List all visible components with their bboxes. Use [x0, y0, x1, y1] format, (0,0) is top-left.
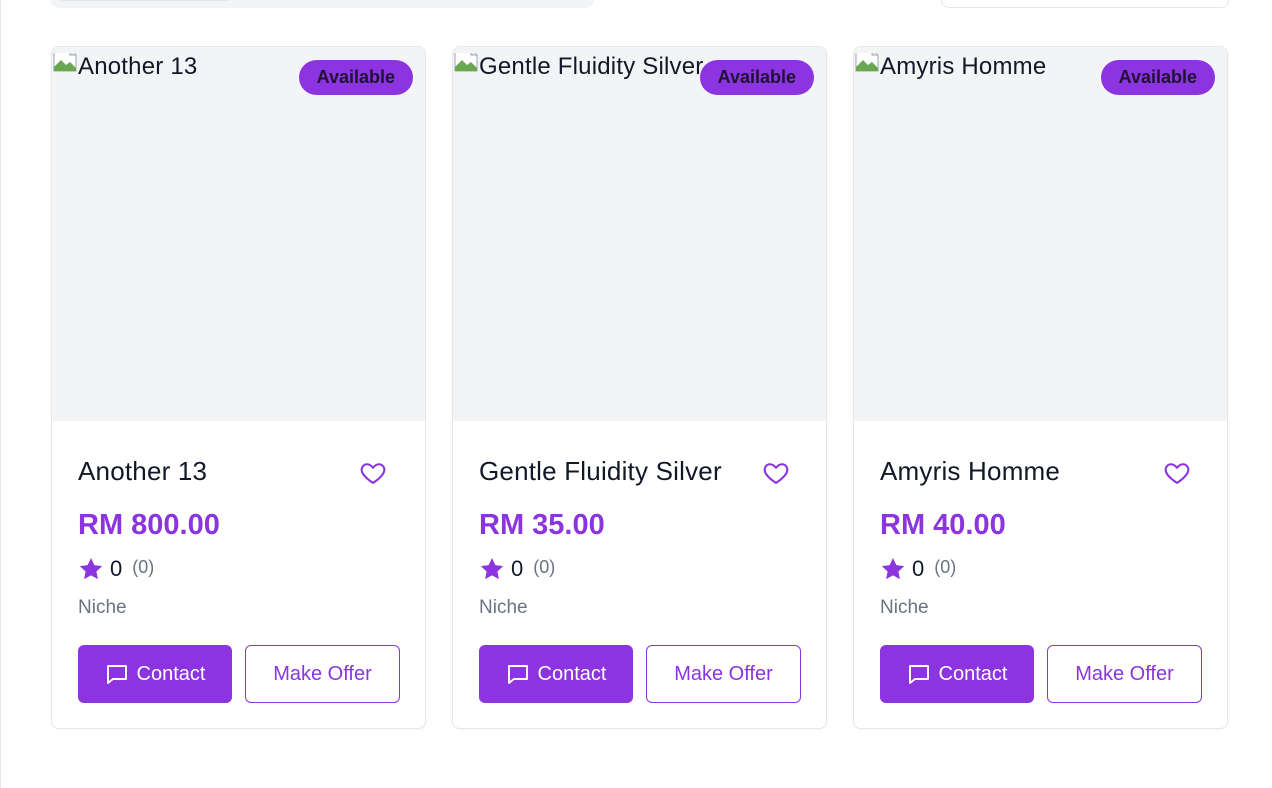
rating: 0 (0): [78, 556, 154, 582]
product-title[interactable]: Gentle Fluidity Silver: [479, 456, 722, 487]
heart-icon[interactable]: [1163, 459, 1191, 487]
heart-icon[interactable]: [762, 459, 790, 487]
status-badge: Available: [298, 60, 413, 95]
product-image[interactable]: Gentle Fluidity Silver Available: [453, 47, 826, 421]
contact-button[interactable]: Contact: [78, 645, 232, 703]
make-offer-button[interactable]: Make Offer: [245, 645, 400, 703]
filter-bar[interactable]: [51, 0, 594, 8]
product-category: Niche: [78, 597, 127, 618]
sort-select[interactable]: [941, 0, 1229, 8]
rating-score: 0: [912, 556, 925, 581]
product-price: RM 800.00: [78, 509, 220, 541]
rating-count: (0): [132, 556, 155, 577]
rating: 0 (0): [880, 556, 956, 582]
make-offer-button-label: Make Offer: [1075, 662, 1174, 685]
product-image[interactable]: Amyris Homme Available: [854, 47, 1227, 421]
product-price: RM 35.00: [479, 509, 605, 541]
product-category: Niche: [479, 597, 528, 618]
make-offer-button[interactable]: Make Offer: [646, 645, 801, 703]
contact-button-label: Contact: [537, 662, 607, 685]
product-card[interactable]: Another 13 Available Another 13 RM 800.0…: [51, 46, 426, 729]
heart-icon[interactable]: [359, 459, 387, 487]
message-icon: [106, 665, 127, 684]
product-card[interactable]: Amyris Homme Available Amyris Homme RM 4…: [853, 46, 1228, 729]
make-offer-button-label: Make Offer: [674, 662, 773, 685]
image-alt-text: Amyris Homme: [880, 53, 1047, 80]
make-offer-button-label: Make Offer: [273, 662, 372, 685]
star-icon: [79, 557, 103, 580]
message-icon: [507, 665, 528, 684]
product-price: RM 40.00: [880, 509, 1006, 541]
star-icon: [480, 557, 504, 580]
page: Another 13 Available Another 13 RM 800.0…: [0, 0, 1272, 788]
status-badge: Available: [1100, 60, 1215, 95]
contact-button[interactable]: Contact: [479, 645, 633, 703]
status-badge: Available: [699, 60, 814, 95]
rating: 0 (0): [479, 556, 555, 582]
contact-button[interactable]: Contact: [880, 645, 1034, 703]
product-title[interactable]: Another 13: [78, 456, 207, 487]
product-title[interactable]: Amyris Homme: [880, 456, 1060, 487]
rating-count: (0): [533, 556, 556, 577]
message-icon: [908, 665, 929, 684]
broken-image-icon: [53, 53, 77, 72]
product-category: Niche: [880, 597, 929, 618]
contact-button-label: Contact: [938, 662, 1008, 685]
image-alt-text: Gentle Fluidity Silver: [479, 53, 703, 80]
image-alt-text: Another 13: [78, 53, 198, 80]
broken-image: Gentle Fluidity Silver: [453, 53, 703, 83]
rating-score: 0: [511, 556, 524, 581]
contact-button-label: Contact: [136, 662, 206, 685]
broken-image: Another 13: [52, 53, 197, 83]
product-image[interactable]: Another 13 Available: [52, 47, 425, 421]
filter-tab-active[interactable]: [57, 0, 233, 1]
make-offer-button[interactable]: Make Offer: [1047, 645, 1202, 703]
product-card[interactable]: Gentle Fluidity Silver Available Gentle …: [452, 46, 827, 729]
rating-score: 0: [110, 556, 123, 581]
rating-count: (0): [934, 556, 957, 577]
broken-image-icon: [855, 53, 879, 72]
broken-image-icon: [454, 53, 478, 72]
broken-image: Amyris Homme: [854, 53, 1046, 83]
star-icon: [881, 557, 905, 580]
